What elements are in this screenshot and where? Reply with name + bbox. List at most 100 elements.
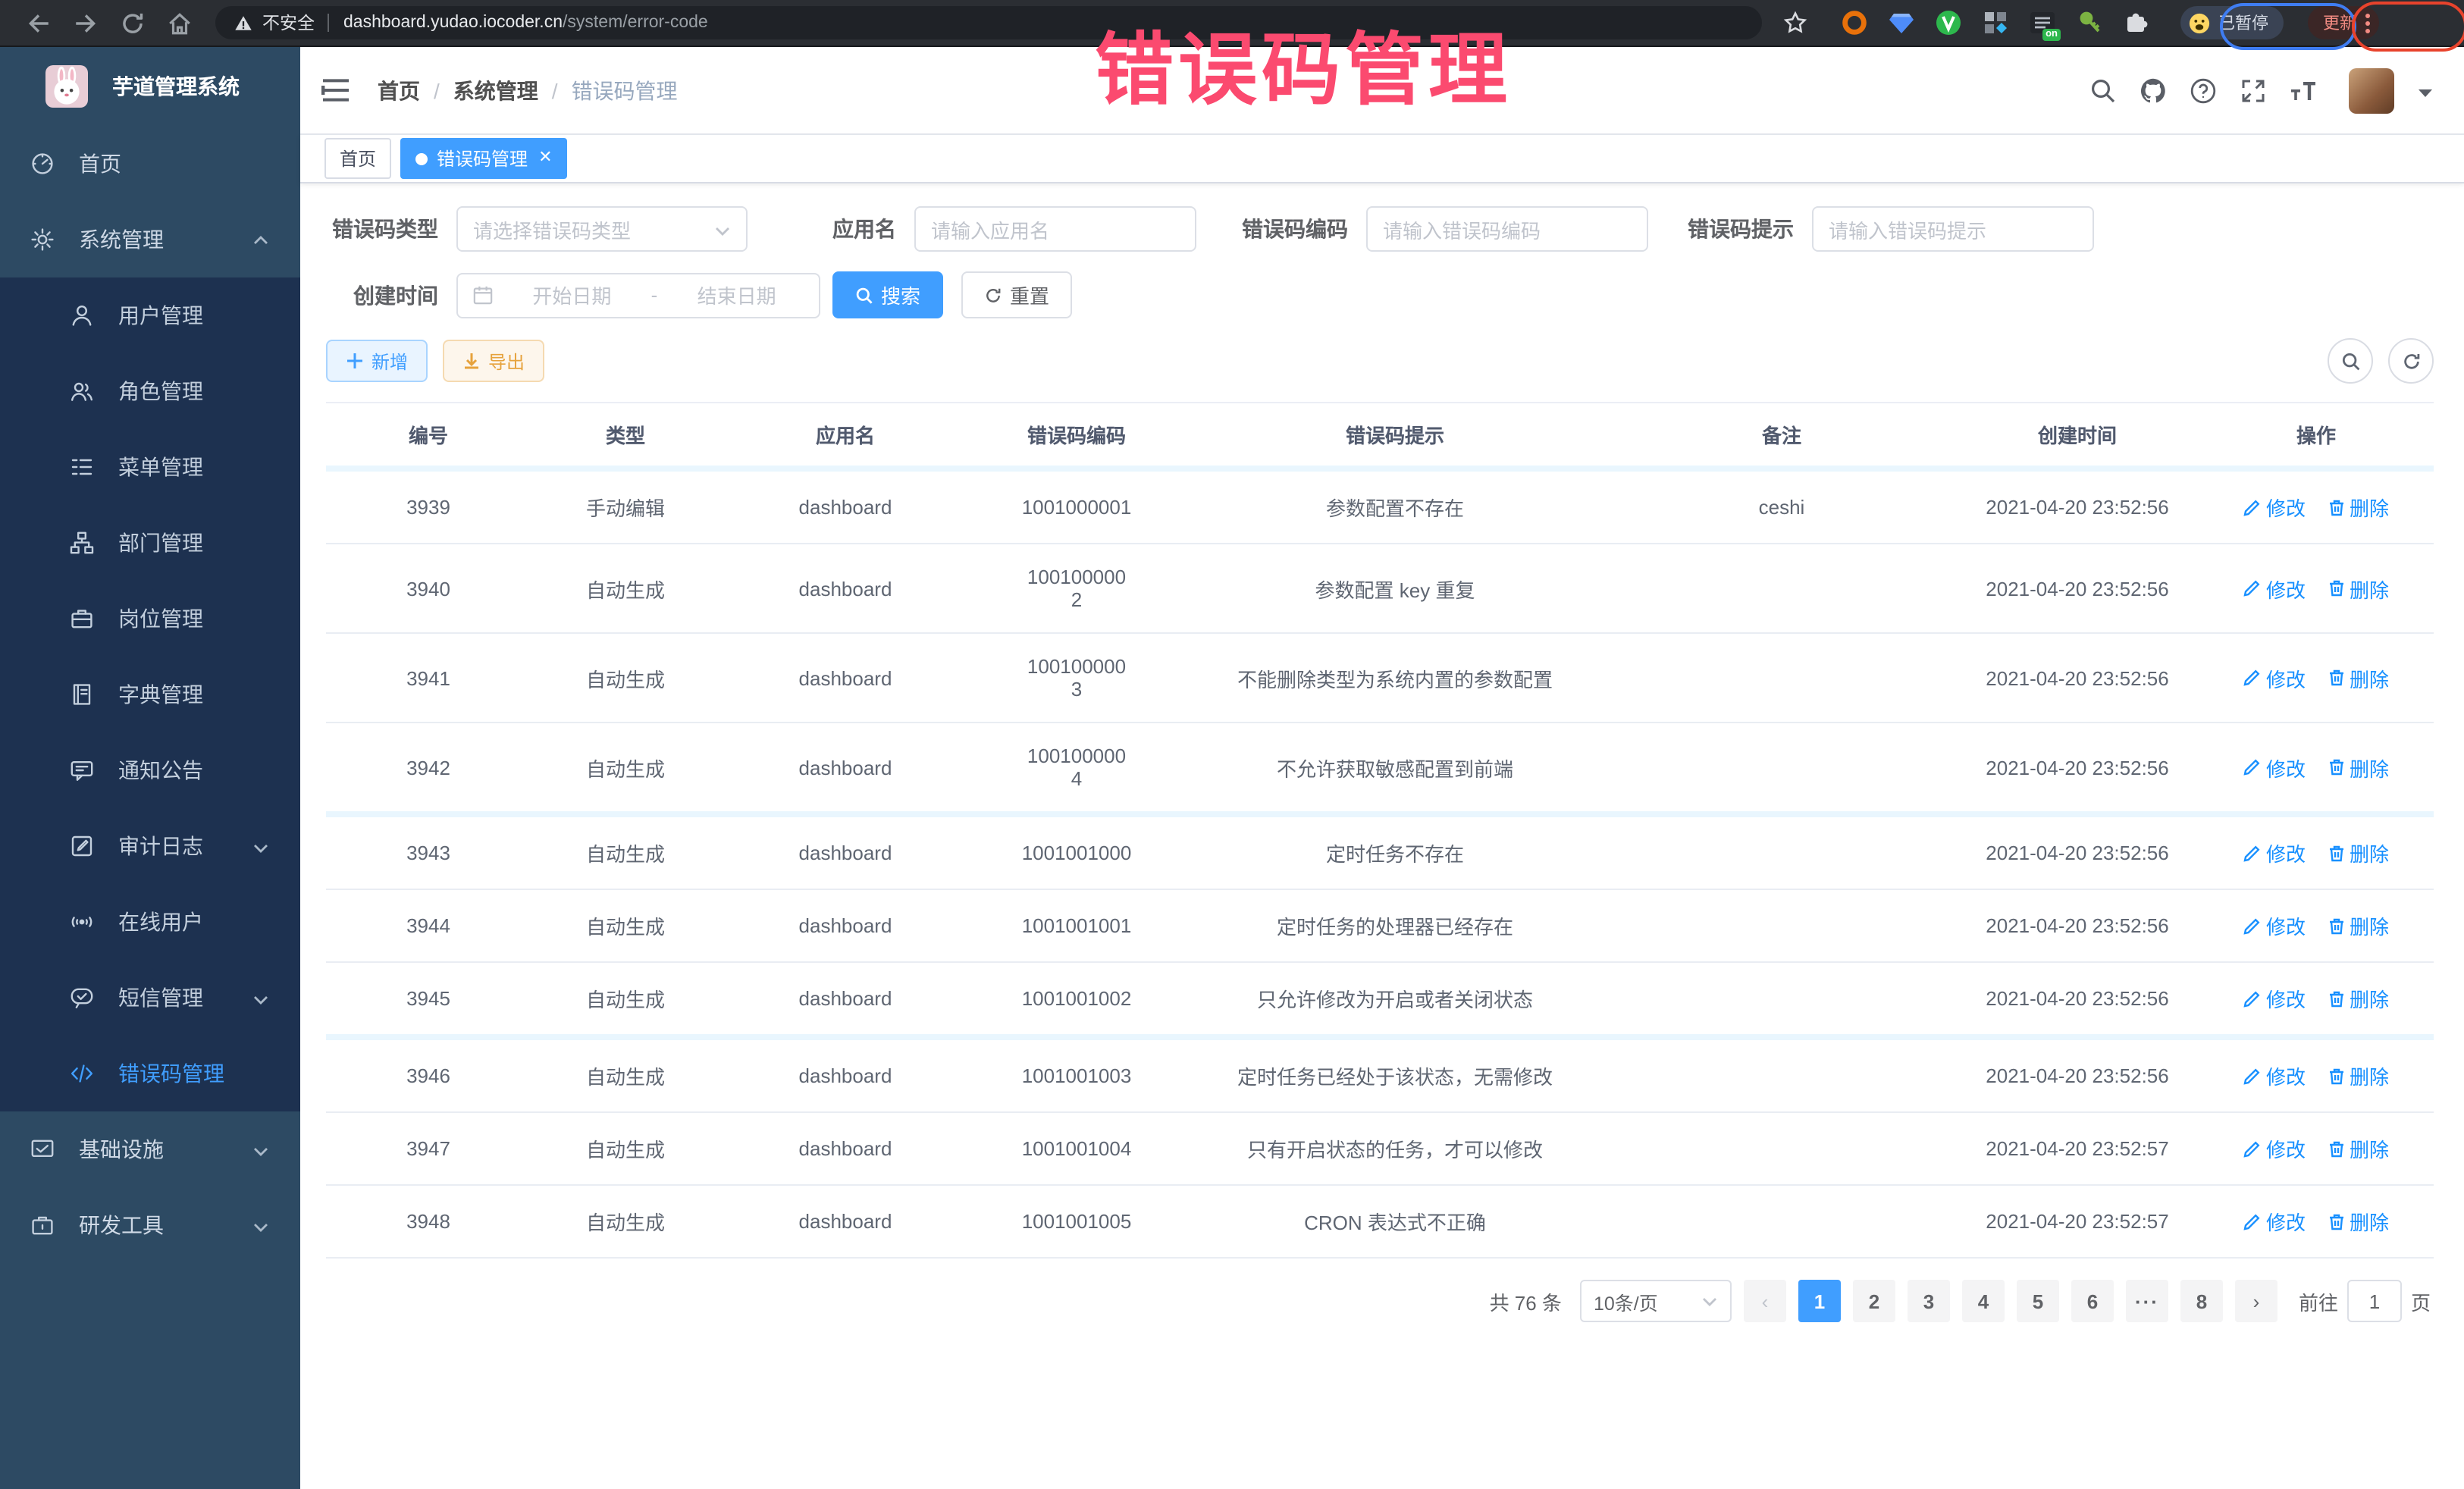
extension-orange-ring-icon[interactable] — [1841, 9, 1868, 36]
total-count: 共 76 条 — [1490, 1287, 1562, 1315]
goto-page-input[interactable]: 1 — [2347, 1280, 2402, 1322]
next-page-button[interactable]: › — [2235, 1280, 2277, 1322]
cell-created: 2021-04-20 23:52:57 — [1956, 1185, 2199, 1258]
github-icon[interactable] — [2140, 77, 2167, 104]
delete-link[interactable]: 删除 — [2327, 984, 2389, 1013]
sidebar-item-org-tree[interactable]: 部门管理 — [0, 505, 300, 581]
cell-id: 3941 — [326, 633, 531, 723]
page-button-4[interactable]: 4 — [1962, 1280, 2005, 1322]
edit-link[interactable]: 修改 — [2243, 493, 2306, 522]
date-range-picker[interactable]: 开始日期 - 结束日期 — [456, 272, 820, 318]
user-avatar[interactable] — [2349, 67, 2394, 113]
edit-link[interactable]: 修改 — [2243, 1207, 2306, 1236]
extension-list-on-icon[interactable]: on — [2029, 9, 2056, 36]
home-icon[interactable] — [167, 10, 193, 36]
sidebar-item-roles[interactable]: 角色管理 — [0, 353, 300, 429]
delete-link[interactable]: 删除 — [2327, 493, 2389, 522]
page-button-6[interactable]: 6 — [2071, 1280, 2114, 1322]
reload-icon[interactable] — [120, 10, 146, 36]
edit-link[interactable]: 修改 — [2243, 839, 2306, 867]
edit-link[interactable]: 修改 — [2243, 753, 2306, 782]
tag-item[interactable]: 首页 — [324, 138, 391, 179]
reset-button[interactable]: 重置 — [961, 271, 1072, 318]
tag-active[interactable]: 错误码管理✕ — [400, 138, 567, 179]
back-icon[interactable] — [26, 10, 52, 36]
edit-link[interactable]: 修改 — [2243, 574, 2306, 603]
edit-link[interactable]: 修改 — [2243, 1134, 2306, 1163]
font-size-icon[interactable] — [2290, 77, 2317, 104]
chevron-down-icon[interactable] — [2417, 82, 2434, 99]
more-pages-button[interactable]: ··· — [2126, 1280, 2168, 1322]
address-bar[interactable]: 不安全 dashboard.yudao.iocoder.cn/system/er… — [215, 6, 1762, 39]
sidebar-item-sms[interactable]: 短信管理 — [0, 960, 300, 1036]
app-name-input[interactable]: 请输入应用名 — [914, 206, 1196, 252]
tag-close-icon[interactable]: ✕ — [538, 150, 552, 167]
page-button-3[interactable]: 3 — [1908, 1280, 1950, 1322]
edit-link[interactable]: 修改 — [2243, 911, 2306, 940]
sidebar-item-menu-tree[interactable]: 菜单管理 — [0, 429, 300, 505]
sidebar-item-gear[interactable]: 系统管理 — [0, 202, 300, 277]
edit-link[interactable]: 修改 — [2243, 984, 2306, 1013]
error-code-input[interactable]: 请输入错误码编码 — [1366, 206, 1648, 252]
edit-link[interactable]: 修改 — [2243, 663, 2306, 692]
profile-status-label: 已暂停 — [2218, 11, 2268, 35]
update-label: 更新 — [2323, 11, 2356, 35]
extension-green-v-icon[interactable] — [1935, 9, 1962, 36]
edit-link[interactable]: 修改 — [2243, 1061, 2306, 1090]
header-search-icon[interactable] — [2089, 77, 2117, 104]
sidebar-item-online-user[interactable]: 在线用户 — [0, 884, 300, 960]
help-icon[interactable] — [2190, 77, 2217, 104]
browser-menu-icon[interactable] — [2365, 13, 2370, 33]
page-size-select[interactable]: 10条/页 — [1580, 1280, 1732, 1322]
page-button-5[interactable]: 5 — [2017, 1280, 2059, 1322]
breadcrumb-system[interactable]: 系统管理 — [453, 75, 538, 105]
screen: 不安全 dashboard.yudao.iocoder.cn/system/er… — [0, 0, 2464, 1489]
sidebar-item-audit-log[interactable]: 审计日志 — [0, 808, 300, 884]
sidebar-item-user[interactable]: 用户管理 — [0, 277, 300, 353]
browser-profile-chip[interactable]: 已暂停 — [2180, 6, 2284, 39]
roles-icon — [70, 379, 94, 403]
page-button-2[interactable]: 2 — [1853, 1280, 1895, 1322]
refresh-table-button[interactable] — [2388, 338, 2434, 384]
fullscreen-icon[interactable] — [2240, 77, 2267, 104]
sidebar-item-label: 部门管理 — [118, 528, 203, 558]
delete-link[interactable]: 删除 — [2327, 1061, 2389, 1090]
cell-type: 自动生成 — [531, 723, 720, 814]
delete-link[interactable]: 删除 — [2327, 839, 2389, 867]
search-button[interactable]: 搜索 — [832, 271, 943, 318]
sidebar-item-code[interactable]: 错误码管理 — [0, 1036, 300, 1111]
extension-blue-gem-icon[interactable] — [1888, 9, 1915, 36]
extensions-puzzle-icon[interactable] — [2123, 9, 2150, 36]
browser-update-button[interactable]: 更新 — [2308, 6, 2379, 39]
delete-link[interactable]: 删除 — [2327, 1134, 2389, 1163]
app-logo[interactable]: 芋道管理系统 — [0, 47, 300, 126]
page-button-8[interactable]: 8 — [2180, 1280, 2223, 1322]
sidebar-item-post[interactable]: 岗位管理 — [0, 581, 300, 657]
error-type-select[interactable]: 请选择错误码类型 — [456, 206, 748, 252]
hamburger-icon[interactable] — [321, 77, 350, 103]
page-button-1[interactable]: 1 — [1798, 1280, 1841, 1322]
sidebar-item-announcement[interactable]: 通知公告 — [0, 732, 300, 808]
delete-link[interactable]: 删除 — [2327, 574, 2389, 603]
error-message-input[interactable]: 请输入错误码提示 — [1812, 206, 2094, 252]
sidebar-item-infrastructure[interactable]: 基础设施 — [0, 1111, 300, 1187]
table-row: 3939手动编辑dashboard1001000001参数配置不存在ceshi2… — [326, 469, 2434, 544]
cell-actions: 修改删除 — [2199, 1185, 2434, 1258]
forward-icon[interactable] — [73, 10, 99, 36]
delete-link[interactable]: 删除 — [2327, 753, 2389, 782]
date-end-placeholder: 结束日期 — [669, 281, 804, 309]
delete-link[interactable]: 删除 — [2327, 1207, 2389, 1236]
hide-search-button[interactable] — [2328, 338, 2373, 384]
sidebar-item-devtools[interactable]: 研发工具 — [0, 1187, 300, 1263]
add-button[interactable]: 新增 — [326, 340, 428, 382]
breadcrumb-home[interactable]: 首页 — [378, 75, 420, 105]
sidebar-item-dictionary[interactable]: 字典管理 — [0, 657, 300, 732]
bookmark-star-icon[interactable] — [1783, 11, 1807, 35]
delete-link[interactable]: 删除 — [2327, 663, 2389, 692]
export-button[interactable]: 导出 — [443, 340, 544, 382]
delete-link[interactable]: 删除 — [2327, 911, 2389, 940]
extension-green-key-icon[interactable] — [2076, 9, 2103, 36]
extension-grid-icon[interactable] — [1982, 9, 2009, 36]
sidebar-item-dashboard[interactable]: 首页 — [0, 126, 300, 202]
prev-page-button[interactable]: ‹ — [1744, 1280, 1786, 1322]
